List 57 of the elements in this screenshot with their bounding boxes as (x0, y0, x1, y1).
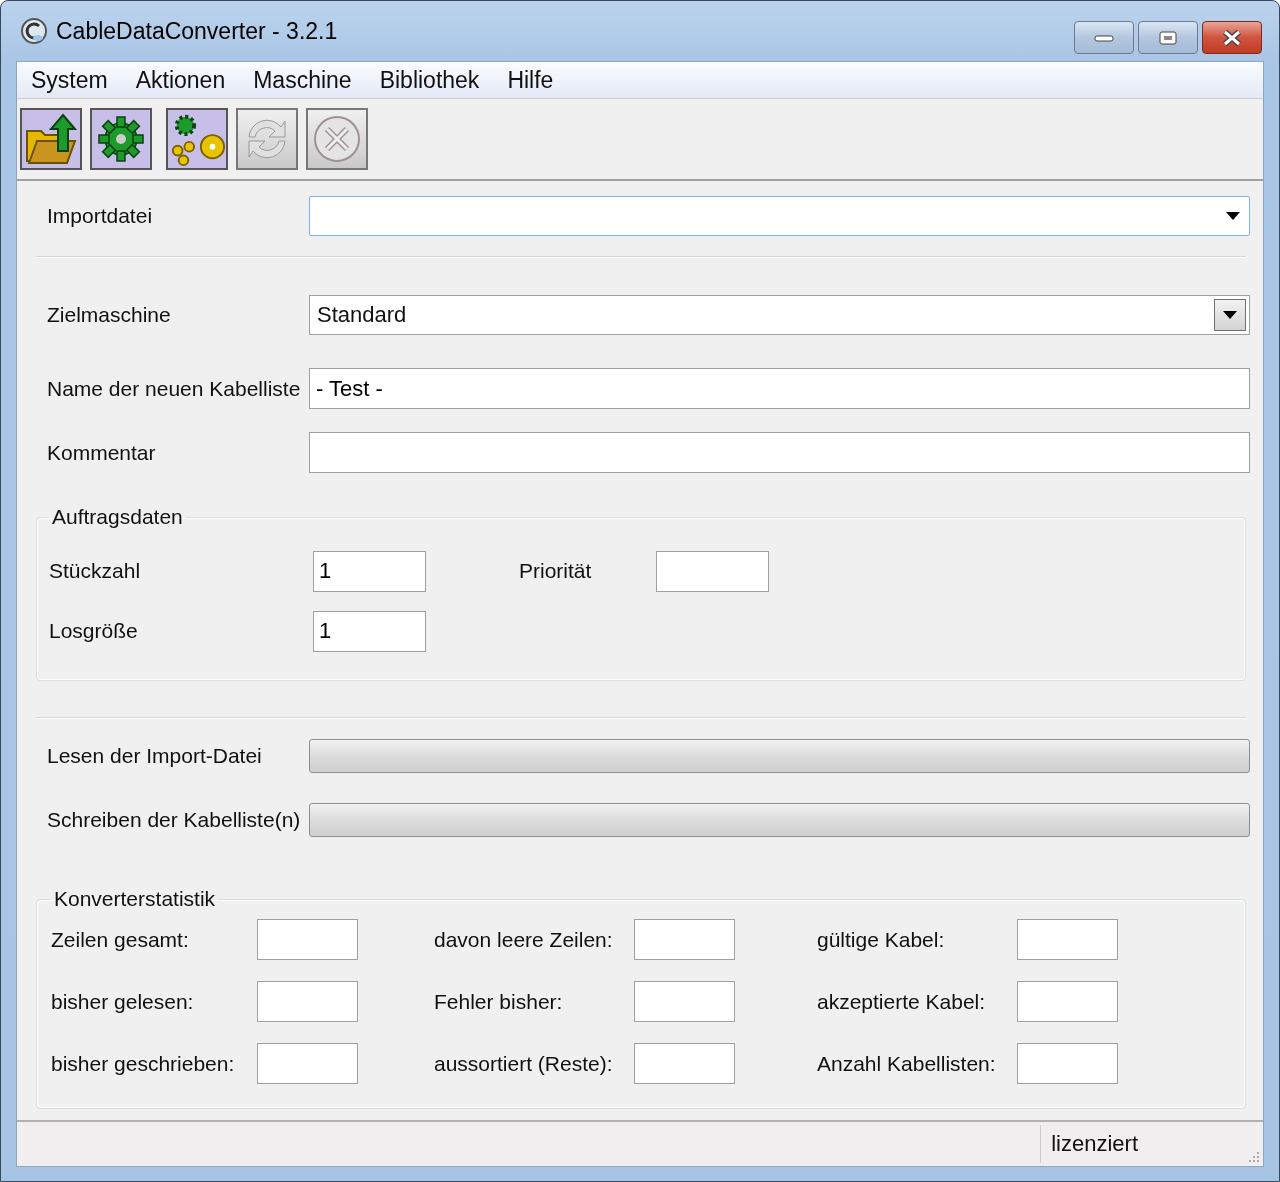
statistic-label: Zeilen gesamt: (51, 927, 190, 952)
priority-input[interactable] (656, 550, 769, 592)
field-label: Priorität (519, 559, 593, 583)
statistic-field[interactable] (1017, 981, 1118, 1022)
field-label: Stückzahl (49, 559, 142, 583)
toolbar-button[interactable] (20, 108, 82, 170)
field-label: Zielmaschine (46, 303, 172, 327)
toolbar-button[interactable] (166, 108, 228, 170)
statistic-field[interactable] (1017, 1043, 1118, 1084)
resize-grip-icon (1248, 1151, 1260, 1163)
folder-upload-icon (23, 111, 79, 167)
dropdown-arrow-icon (1225, 211, 1241, 221)
target-machine-dropdown[interactable]: Standard (309, 295, 1250, 335)
statistic-field[interactable] (634, 919, 735, 960)
statistic-label: akzeptierte Kabel: (817, 989, 987, 1014)
status-text: lizenziert (1040, 1125, 1248, 1163)
statistic-field[interactable] (257, 981, 358, 1022)
statistic-label: Anzahl Kabellisten: (817, 1051, 997, 1076)
statistic-field[interactable] (634, 1043, 735, 1084)
statistic-label: Fehler bisher: (434, 989, 564, 1014)
menu-item[interactable]: System (31, 66, 108, 94)
menu-item[interactable]: Aktionen (135, 66, 226, 94)
minimize-button[interactable] (1074, 21, 1134, 54)
quantity-input[interactable]: 1 (313, 550, 426, 592)
menu-item[interactable]: Hilfe (507, 66, 554, 94)
window-title: CableDataConverter - 3.2.1 (56, 17, 338, 45)
statistic-label: aussortiert (Reste): (434, 1051, 614, 1076)
list-name-input[interactable]: - Test - (309, 368, 1250, 409)
app-logo-icon (20, 17, 48, 45)
progress-label: Schreiben der Kabelliste(n) (46, 808, 302, 832)
statistic-label: bisher geschrieben: (51, 1051, 236, 1076)
statistic-label: gültige Kabel: (817, 927, 946, 952)
field-label: Kommentar (46, 440, 157, 465)
menu-item[interactable]: Maschine (253, 66, 352, 94)
statistic-field[interactable] (257, 1043, 358, 1084)
maximize-icon (1158, 29, 1178, 46)
close-icon (1221, 29, 1243, 46)
statistic-field[interactable] (1017, 919, 1118, 960)
field-label: Importdatei (46, 204, 154, 228)
group-title: Konverterstatistik (53, 887, 217, 911)
comment-input[interactable] (309, 432, 1250, 473)
close-button[interactable] (1202, 21, 1262, 54)
statistic-label: davon leere Zeilen: (434, 927, 614, 952)
maximize-button[interactable] (1138, 21, 1198, 54)
statistic-field[interactable] (634, 981, 735, 1022)
group-title: Auftragsdaten (51, 505, 184, 529)
field-label: Losgröße (49, 619, 139, 643)
field-label: Name der neuen Kabelliste (46, 376, 302, 401)
import-file-combobox[interactable] (309, 196, 1250, 236)
progress-label: Lesen der Import-Datei (46, 744, 263, 768)
batch-size-input[interactable]: 1 (313, 610, 426, 652)
menu-item[interactable]: Bibliothek (379, 66, 480, 94)
statistic-field[interactable] (257, 919, 358, 960)
minimize-icon (1094, 32, 1114, 43)
statistic-label: bisher gelesen: (51, 989, 195, 1014)
toolbar-button[interactable] (90, 108, 152, 170)
dropdown-arrow-icon (1222, 310, 1238, 320)
